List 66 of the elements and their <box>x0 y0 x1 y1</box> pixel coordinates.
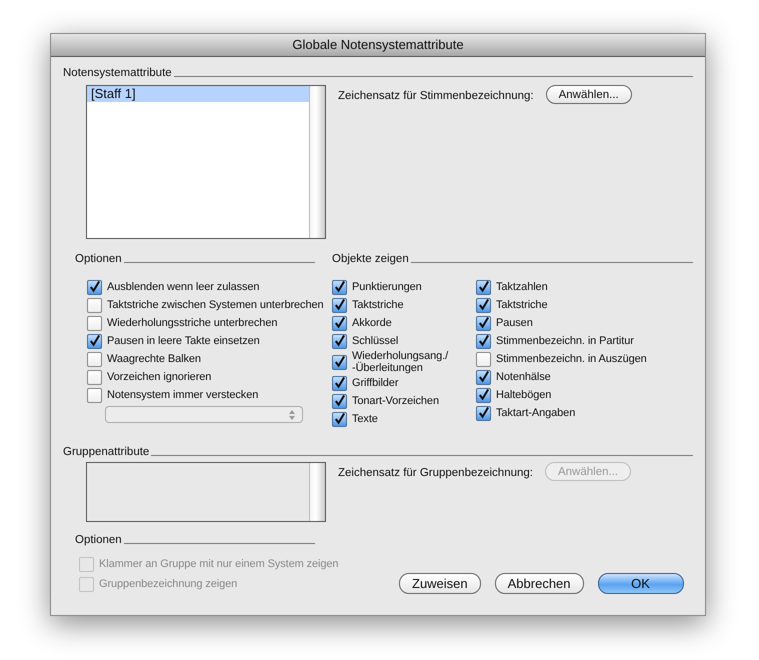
checkbox[interactable] <box>87 388 102 402</box>
section-heading: Optionen <box>75 534 122 546</box>
checkbox-label: Punktierungen <box>352 281 422 293</box>
checkbox[interactable] <box>87 352 102 366</box>
checkbox[interactable] <box>476 406 491 420</box>
checkbox-label: Pausen in leere Takte einsetzen <box>107 335 260 347</box>
checkbox-label: Notensystem immer verstecken <box>107 389 258 401</box>
checkbox-label: Stimmenbezeichn. in Partitur <box>496 335 634 347</box>
checkbox-label: Wiederholungsang./ -Überleitungen <box>352 350 448 374</box>
checkbox-label: Pausen <box>496 317 533 329</box>
checkbox-label: Notenhälse <box>496 371 551 383</box>
section-heading: Gruppenattribute <box>63 446 150 458</box>
checkbox[interactable] <box>332 280 347 294</box>
dialog-button[interactable]: OK <box>598 573 684 594</box>
section-heading: Objekte zeigen <box>332 253 409 265</box>
font-label: Zeichensatz für Stimmenbezeichnung: <box>338 90 534 102</box>
checkbox-label: Taktstriche <box>496 299 548 311</box>
font-label: Zeichensatz für Gruppenbezeichnung: <box>338 467 533 479</box>
checkbox-label: Tonart-Vorzeichen <box>352 395 439 407</box>
checkbox-label: Taktart-Angaben <box>496 407 576 419</box>
checkbox-label: Vorzeichen ignorieren <box>107 371 212 383</box>
checkbox[interactable] <box>332 376 347 390</box>
checkbox-label: Taktstriche zwischen Systemen unterbrechen <box>107 299 324 311</box>
checkbox-label: Taktzahlen <box>496 281 548 293</box>
updown-arrows-icon <box>288 408 296 420</box>
checkbox-label: Akkorde <box>352 317 392 329</box>
checkbox[interactable] <box>476 280 491 294</box>
select-font-button[interactable]: Anwählen... <box>546 85 632 104</box>
checkbox-label: Schlüssel <box>352 335 398 347</box>
checkbox-label: Haltebögen <box>496 389 552 401</box>
checkbox-label: Klammer an Gruppe mit nur einem System zeigen <box>99 558 338 570</box>
section-heading: Notensystemattribute <box>63 67 172 79</box>
checkbox[interactable] <box>332 334 347 348</box>
group-list[interactable] <box>86 462 326 522</box>
dialog-button[interactable]: Zuweisen <box>399 573 481 594</box>
checkbox[interactable] <box>87 316 102 330</box>
window-title: Globale Notensystemattribute <box>51 34 705 57</box>
checkbox[interactable] <box>332 316 347 330</box>
checkbox[interactable] <box>332 394 347 408</box>
dialog-button[interactable]: Abbrechen <box>494 573 584 594</box>
checkbox-label: Taktstriche <box>352 299 404 311</box>
checkbox[interactable] <box>87 298 102 312</box>
checkbox[interactable] <box>476 316 491 330</box>
checkbox-label: Ausblenden wenn leer zulassen <box>107 281 260 293</box>
checkbox-label: Griffbilder <box>352 377 398 389</box>
checkbox-label: Stimmenbezeichn. in Auszügen <box>496 353 647 365</box>
checkbox[interactable] <box>476 298 491 312</box>
checkbox[interactable] <box>87 370 102 384</box>
checkbox[interactable] <box>476 370 491 384</box>
checkbox[interactable] <box>332 412 347 426</box>
scrollbar[interactable] <box>309 463 325 521</box>
checkbox[interactable] <box>87 334 102 348</box>
scrollbar[interactable] <box>309 86 325 238</box>
checkbox[interactable] <box>476 352 491 366</box>
section-heading: Optionen <box>75 253 122 265</box>
checkbox-label: Texte <box>352 413 378 425</box>
checkbox-label: Wiederholungsstriche unterbrechen <box>107 317 278 329</box>
checkbox[interactable] <box>87 280 102 294</box>
staff-list[interactable]: [Staff 1] <box>86 85 326 239</box>
checkbox-label: Gruppenbezeichnung zeigen <box>99 578 238 590</box>
checkbox[interactable] <box>476 388 491 402</box>
staff-list-item[interactable]: [Staff 1] <box>87 86 309 102</box>
checkbox[interactable] <box>332 354 347 370</box>
checkbox[interactable] <box>476 334 491 348</box>
checkbox[interactable] <box>332 298 347 312</box>
checkbox-label: Waagrechte Balken <box>107 353 201 365</box>
